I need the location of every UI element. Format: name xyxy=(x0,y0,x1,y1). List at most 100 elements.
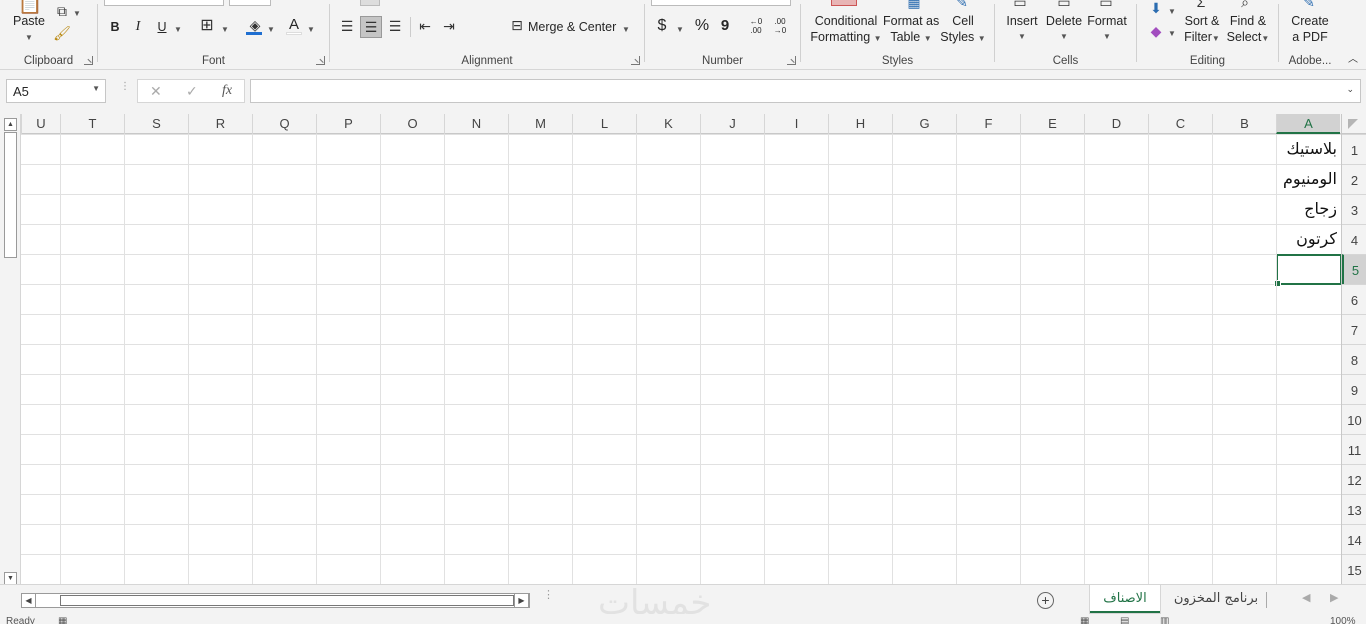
column-header-T[interactable]: T xyxy=(60,114,124,134)
cancel-icon[interactable]: ✕ xyxy=(150,83,162,100)
merge-center-dropdown-icon[interactable]: ▼ xyxy=(621,22,631,38)
clipboard-launcher-icon[interactable] xyxy=(84,56,93,65)
column-header-J[interactable]: J xyxy=(700,114,764,134)
select-all-corner[interactable] xyxy=(1341,114,1366,134)
column-header-Q[interactable]: Q xyxy=(252,114,316,134)
column-header-N[interactable]: N xyxy=(444,114,508,134)
name-box-dropdown-icon[interactable]: ▼ xyxy=(92,84,100,93)
column-header-U[interactable]: U xyxy=(21,114,60,134)
column-header-B[interactable]: B xyxy=(1212,114,1276,134)
cell-A2[interactable]: الومنيوم xyxy=(1277,164,1339,194)
row-header-4[interactable]: 4 xyxy=(1342,224,1366,254)
increase-decimal-button[interactable]: ←0 .00 xyxy=(745,17,767,35)
normal-view-icon[interactable]: ▦ xyxy=(1080,616,1089,624)
enter-icon[interactable]: ✓ xyxy=(186,83,198,100)
column-header-P[interactable]: P xyxy=(316,114,380,134)
column-header-R[interactable]: R xyxy=(188,114,252,134)
increase-indent-icon[interactable]: ⇥ xyxy=(440,18,458,34)
cell-A1[interactable]: بلاستيك xyxy=(1277,134,1339,164)
insert-function-icon[interactable]: fx xyxy=(222,83,232,99)
create-pdf-button[interactable]: Create a PDF xyxy=(1281,13,1339,45)
vertical-scroll-thumb[interactable] xyxy=(4,132,17,258)
scroll-left-icon[interactable]: ◀ xyxy=(21,593,36,608)
format-as-table-button[interactable]: Format as Table ▼ xyxy=(883,13,939,47)
row-header-7[interactable]: 7 xyxy=(1342,314,1366,344)
zoom-level[interactable]: 100% xyxy=(1330,616,1356,624)
number-launcher-icon[interactable] xyxy=(787,56,796,65)
sheet-tab-asnaf[interactable]: الاصناف xyxy=(1090,585,1160,613)
formula-input[interactable]: ⌄ xyxy=(250,79,1361,103)
column-header-D[interactable]: D xyxy=(1084,114,1148,134)
active-cell-A5[interactable] xyxy=(1274,254,1341,287)
row-header-8[interactable]: 8 xyxy=(1342,344,1366,374)
tab-next-icon[interactable]: ▶ xyxy=(1330,591,1338,604)
delete-button[interactable]: Delete ▼ xyxy=(1043,13,1085,45)
scroll-right-icon[interactable]: ▶ xyxy=(514,593,529,608)
format-painter-icon[interactable]: 🖌 xyxy=(52,25,72,41)
column-header-F[interactable]: F xyxy=(956,114,1020,134)
align-top-button[interactable] xyxy=(360,0,380,6)
column-header-A[interactable]: A xyxy=(1276,114,1340,134)
clear-dropdown-icon[interactable]: ▼ xyxy=(1167,26,1177,42)
column-header-H[interactable]: H xyxy=(828,114,892,134)
collapse-ribbon-icon[interactable]: ︿ xyxy=(1346,52,1360,68)
currency-dropdown-icon[interactable]: ▼ xyxy=(675,22,685,38)
copy-dropdown-icon[interactable]: ▼ xyxy=(72,6,82,22)
cell-A3[interactable]: زجاج xyxy=(1277,194,1339,224)
scroll-up-icon[interactable]: ▲ xyxy=(4,118,17,131)
align-right-icon[interactable]: ☰ xyxy=(386,18,404,34)
column-header-E[interactable]: E xyxy=(1020,114,1084,134)
font-color-dropdown-icon[interactable]: ▼ xyxy=(306,22,316,38)
new-sheet-button[interactable]: + xyxy=(1037,592,1054,609)
horizontal-scrollbar[interactable]: ◀ ▶ xyxy=(21,593,530,608)
clear-icon[interactable]: ◆ xyxy=(1147,23,1165,39)
currency-button[interactable]: $ xyxy=(655,18,669,34)
center-icon[interactable]: ☰ xyxy=(360,16,382,38)
merge-center-icon[interactable]: ⊟ xyxy=(508,17,526,33)
paste-button[interactable]: Paste xyxy=(8,13,50,29)
row-header-10[interactable]: 10 xyxy=(1342,404,1366,434)
row-header-1[interactable]: 1 xyxy=(1342,134,1366,164)
column-header-I[interactable]: I xyxy=(764,114,828,134)
align-left-icon[interactable]: ☰ xyxy=(338,18,356,34)
bold-button[interactable]: B xyxy=(108,19,122,35)
row-header-11[interactable]: 11 xyxy=(1342,434,1366,464)
decrease-indent-icon[interactable]: ⇤ xyxy=(416,18,434,34)
row-header-14[interactable]: 14 xyxy=(1342,524,1366,554)
column-header-K[interactable]: K xyxy=(636,114,700,134)
row-header-9[interactable]: 9 xyxy=(1342,374,1366,404)
column-header-M[interactable]: M xyxy=(508,114,572,134)
vertical-scrollbar[interactable]: ▲ ▼ xyxy=(0,114,21,585)
italic-button[interactable]: I xyxy=(131,19,145,35)
comma-button[interactable]: 9 xyxy=(718,18,732,34)
cell-area[interactable]: بلاستيك الومنيوم زجاج كرتون xyxy=(21,134,1341,584)
number-format-box[interactable] xyxy=(651,0,791,6)
fill-color-icon[interactable]: ◈ xyxy=(246,17,264,33)
horizontal-scroll-thumb[interactable] xyxy=(60,595,514,606)
fill-icon[interactable]: ⬇ xyxy=(1147,0,1165,16)
cell-A4[interactable]: كرتون xyxy=(1277,224,1339,254)
alignment-launcher-icon[interactable] xyxy=(631,56,640,65)
column-header-C[interactable]: C xyxy=(1148,114,1212,134)
font-launcher-icon[interactable] xyxy=(316,56,325,65)
row-header-6[interactable]: 6 xyxy=(1342,284,1366,314)
borders-dropdown-icon[interactable]: ▼ xyxy=(220,22,230,38)
column-header-G[interactable]: G xyxy=(892,114,956,134)
insert-button[interactable]: Insert ▼ xyxy=(1001,13,1043,45)
row-header-13[interactable]: 13 xyxy=(1342,494,1366,524)
macro-record-icon[interactable]: ▦ xyxy=(58,616,67,624)
fill-color-dropdown-icon[interactable]: ▼ xyxy=(266,22,276,38)
expand-formula-bar-icon[interactable]: ⌄ xyxy=(1346,84,1354,95)
font-name-box[interactable] xyxy=(104,0,224,6)
underline-dropdown-icon[interactable]: ▼ xyxy=(173,22,183,38)
format-button[interactable]: Format ▼ xyxy=(1085,13,1129,45)
tab-prev-icon[interactable]: ◀ xyxy=(1302,591,1310,604)
find-select-button[interactable]: Find & Select▼ xyxy=(1225,13,1271,47)
column-header-S[interactable]: S xyxy=(124,114,188,134)
merge-center-button[interactable]: Merge & Center xyxy=(528,19,616,35)
row-header-12[interactable]: 12 xyxy=(1342,464,1366,494)
row-header-5[interactable]: 5 xyxy=(1342,254,1366,284)
fill-dropdown-icon[interactable]: ▼ xyxy=(1167,4,1177,20)
conditional-formatting-button[interactable]: Conditional Formatting ▼ xyxy=(807,13,885,47)
row-header-2[interactable]: 2 xyxy=(1342,164,1366,194)
